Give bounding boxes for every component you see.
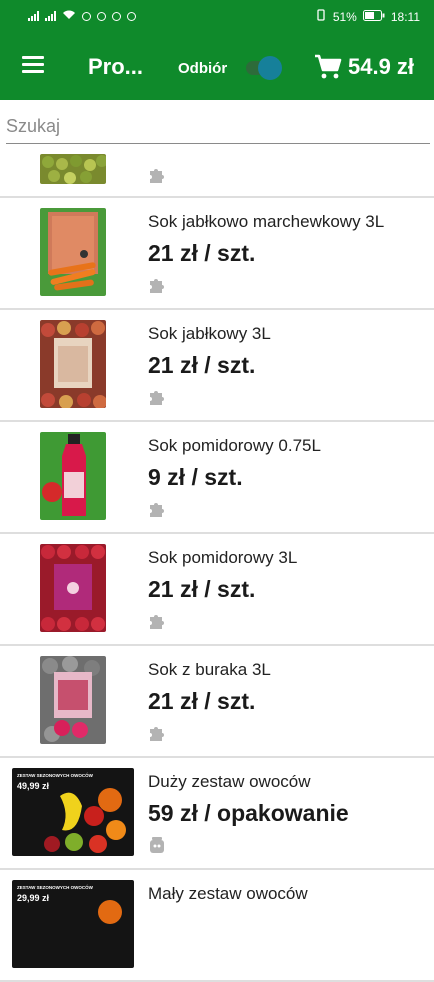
product-row[interactable]: Sok z buraka 3L 21 zł / szt. xyxy=(0,646,434,758)
product-price: 21 zł / szt. xyxy=(148,240,256,266)
search-input[interactable] xyxy=(6,112,430,140)
puzzle-icon xyxy=(148,276,166,294)
product-image xyxy=(40,432,106,520)
signal-icon xyxy=(28,11,39,21)
product-image: ZESTAW SEZONOWYCH OWOCÓW 29,99 zł xyxy=(12,880,134,968)
jar-icon xyxy=(148,836,166,854)
pickup-toggle[interactable] xyxy=(244,56,282,80)
puzzle-icon xyxy=(148,388,166,406)
vibrate-icon xyxy=(315,9,327,24)
wifi-icon xyxy=(62,9,76,23)
product-image xyxy=(40,208,106,296)
notification-icon xyxy=(112,11,121,21)
product-name: Sok jabłkowo marchewkowy 3L xyxy=(148,212,385,231)
battery-icon xyxy=(362,9,385,24)
product-name: Sok z buraka 3L xyxy=(148,660,271,679)
product-image xyxy=(40,320,106,408)
product-price: 59 zł / opakowanie xyxy=(148,800,349,826)
product-name: Sok pomidorowy 3L xyxy=(148,548,298,567)
product-name: Sok pomidorowy 0.75L xyxy=(148,436,321,455)
banner-title: ZESTAW SEZONOWYCH OWOCÓW xyxy=(17,883,94,890)
banner-title: ZESTAW SEZONOWYCH OWOCÓW xyxy=(17,771,94,778)
banner-price: 49,99 zł xyxy=(17,781,50,791)
product-row[interactable] xyxy=(0,148,434,198)
status-icons-left xyxy=(28,9,136,23)
cart-total[interactable]: 54.9 zł xyxy=(348,54,414,80)
product-image xyxy=(40,544,106,632)
product-row[interactable]: Sok pomidorowy 3L 21 zł / szt. xyxy=(0,534,434,646)
product-row[interactable]: Sok jabłkowo marchewkowy 3L 21 zł / szt. xyxy=(0,198,434,310)
menu-icon[interactable] xyxy=(22,56,46,76)
product-name: Duży zestaw owoców xyxy=(148,772,311,791)
cart-icon[interactable] xyxy=(314,54,342,80)
product-price: 21 zł / szt. xyxy=(148,688,256,714)
product-row[interactable]: Sok jabłkowy 3L 21 zł / szt. xyxy=(0,310,434,422)
product-row[interactable]: ZESTAW SEZONOWYCH OWOCÓW 49,99 zł Duży z… xyxy=(0,758,434,870)
app-bar: Pro... Odbiór 54.9 zł xyxy=(0,34,434,100)
puzzle-icon xyxy=(148,166,166,184)
battery-percent: 51% xyxy=(332,9,357,24)
product-price: 21 zł / szt. xyxy=(148,352,256,378)
clock: 18:11 xyxy=(390,9,420,24)
product-name: Sok jabłkowy 3L xyxy=(148,324,271,343)
banner-price: 29,99 zł xyxy=(17,893,50,903)
product-list: Sok jabłkowo marchewkowy 3L 21 zł / szt.… xyxy=(0,148,434,982)
puzzle-icon xyxy=(148,500,166,518)
product-price: 9 zł / szt. xyxy=(148,464,243,490)
product-row[interactable]: ZESTAW SEZONOWYCH OWOCÓW 29,99 zł Mały z… xyxy=(0,870,434,982)
puzzle-icon xyxy=(148,612,166,630)
notification-icon xyxy=(97,11,106,21)
notification-icon xyxy=(127,11,136,21)
toggle-knob xyxy=(258,56,282,80)
product-image xyxy=(40,154,106,184)
product-row[interactable]: Sok pomidorowy 0.75L 9 zł / szt. xyxy=(0,422,434,534)
status-icons-right: 51% 18:11 xyxy=(315,9,420,24)
puzzle-icon xyxy=(148,724,166,742)
status-bar: 51% 18:11 xyxy=(0,0,434,34)
product-price: 21 zł / szt. xyxy=(148,576,256,602)
signal-icon xyxy=(45,11,56,21)
pickup-label: Odbiór xyxy=(178,60,228,77)
product-name: Mały zestaw owoców xyxy=(148,884,308,903)
product-image xyxy=(40,656,106,744)
product-image: ZESTAW SEZONOWYCH OWOCÓW 49,99 zł xyxy=(12,768,134,856)
page-title: Pro... xyxy=(88,54,144,79)
search-bar xyxy=(6,112,430,144)
notification-icon xyxy=(82,11,91,21)
